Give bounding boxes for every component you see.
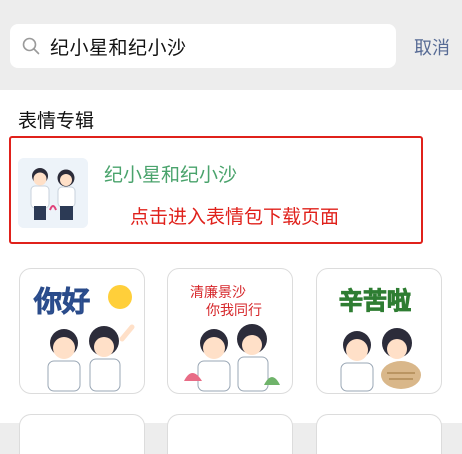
sticker-item[interactable] xyxy=(167,414,293,454)
search-icon xyxy=(22,37,40,55)
cancel-button[interactable]: 取消 xyxy=(414,34,450,60)
sticker-item[interactable]: 清廉景沙 你我同行 xyxy=(167,268,293,394)
sticker-item[interactable] xyxy=(19,414,145,454)
sticker-grid: 你好 清廉景沙 你我同行 辛苦啦 xyxy=(0,250,462,454)
sticker-title-line1: 清廉景沙 xyxy=(190,284,246,301)
annotation-text: 点击进入表情包下载页面 xyxy=(130,206,340,228)
section-title: 表情专辑 xyxy=(18,110,95,132)
sticker-title: 辛苦啦 xyxy=(339,287,411,315)
search-bar: 纪小星和纪小沙 取消 xyxy=(0,0,462,90)
sticker-item[interactable]: 辛苦啦 xyxy=(316,268,442,394)
sticker-title: 你好 xyxy=(33,285,90,318)
sticker-title-line2: 你我同行 xyxy=(206,303,262,319)
search-input[interactable]: 纪小星和纪小沙 xyxy=(10,24,396,68)
search-query: 纪小星和纪小沙 xyxy=(50,36,187,59)
sticker-item[interactable]: 你好 xyxy=(19,268,145,394)
sticker-item[interactable] xyxy=(316,414,442,454)
